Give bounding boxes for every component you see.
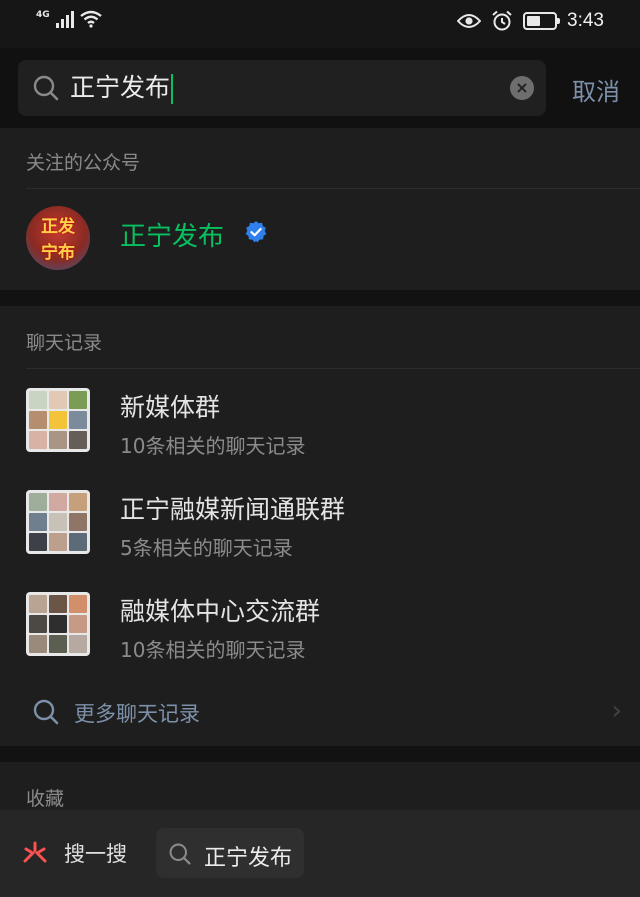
network-type: 4G bbox=[36, 10, 50, 20]
search-input[interactable]: 正宁发布 bbox=[70, 68, 470, 108]
chevron-right-icon: › bbox=[611, 696, 622, 726]
section-title-favorites: 收藏 bbox=[26, 788, 65, 810]
chat-title: 正宁融媒新闻通联群 bbox=[120, 495, 346, 524]
status-left: 4G bbox=[36, 10, 102, 28]
search-icon bbox=[169, 843, 191, 865]
status-time: 3:43 bbox=[567, 10, 604, 31]
sousou-icon[interactable] bbox=[22, 840, 48, 866]
clear-icon[interactable]: × bbox=[510, 76, 534, 100]
chat-subtitle: 10条相关的聊天记录 bbox=[120, 638, 306, 662]
search-header: 正宁发布 × 取消 bbox=[0, 48, 640, 128]
search-icon bbox=[33, 75, 59, 101]
alarm-icon bbox=[492, 10, 512, 31]
verified-badge-icon bbox=[245, 221, 267, 243]
section-title-followed: 关注的公众号 bbox=[26, 152, 141, 174]
account-avatar: 正发 宁布 bbox=[26, 206, 90, 270]
chat-row[interactable]: 融媒体中心交流群 10条相关的聊天记录 bbox=[0, 578, 640, 680]
query-chip-label: 正宁发布 bbox=[204, 846, 293, 871]
section-title-chat-history: 聊天记录 bbox=[26, 332, 103, 354]
cancel-button[interactable]: 取消 bbox=[572, 72, 620, 107]
section-gap bbox=[0, 290, 640, 306]
group-avatar bbox=[26, 490, 90, 554]
search-box[interactable]: 正宁发布 × bbox=[18, 60, 546, 116]
bottom-bar: 搜一搜 正宁发布 bbox=[0, 810, 640, 897]
group-avatar bbox=[26, 592, 90, 656]
chat-title: 新媒体群 bbox=[120, 393, 221, 422]
chat-row[interactable]: 新媒体群 10条相关的聊天记录 bbox=[0, 374, 640, 476]
search-icon bbox=[33, 699, 59, 725]
search-query-text: 正宁发布 bbox=[70, 73, 171, 102]
query-chip[interactable]: 正宁发布 bbox=[156, 828, 304, 878]
divider bbox=[26, 368, 640, 369]
chat-subtitle: 5条相关的聊天记录 bbox=[120, 536, 293, 560]
section-gap bbox=[0, 746, 640, 762]
text-caret bbox=[171, 74, 174, 104]
signal-icon bbox=[55, 10, 74, 28]
account-name: 正宁发布 bbox=[120, 222, 225, 252]
more-chat-history-link[interactable]: 更多聊天记录 › bbox=[0, 684, 640, 740]
wifi-icon bbox=[79, 10, 102, 28]
account-row[interactable]: 正发 宁布 正宁发布 bbox=[0, 188, 640, 288]
chat-history-section: 聊天记录 新媒体群 10条相关的聊天记录 正宁融媒新闻通联群 5条相关的聊天记录… bbox=[0, 306, 640, 746]
status-bar: 4G 3:43 bbox=[0, 0, 640, 48]
eye-icon bbox=[457, 14, 482, 28]
sousou-button[interactable]: 搜一搜 bbox=[64, 838, 127, 868]
avatar-text-top: 正发 bbox=[41, 217, 75, 237]
favorites-section: 收藏 bbox=[0, 762, 640, 810]
group-avatar bbox=[26, 388, 90, 452]
battery-level bbox=[527, 16, 541, 26]
more-chat-history-label: 更多聊天记录 bbox=[74, 702, 200, 726]
chat-subtitle: 10条相关的聊天记录 bbox=[120, 434, 306, 458]
status-right: 3:43 bbox=[457, 10, 604, 32]
battery-icon bbox=[523, 12, 561, 30]
chat-title: 融媒体中心交流群 bbox=[120, 597, 321, 626]
followed-accounts-section: 关注的公众号 正发 宁布 正宁发布 bbox=[0, 128, 640, 290]
avatar-text-bottom: 宁布 bbox=[41, 243, 75, 263]
chat-row[interactable]: 正宁融媒新闻通联群 5条相关的聊天记录 bbox=[0, 476, 640, 578]
